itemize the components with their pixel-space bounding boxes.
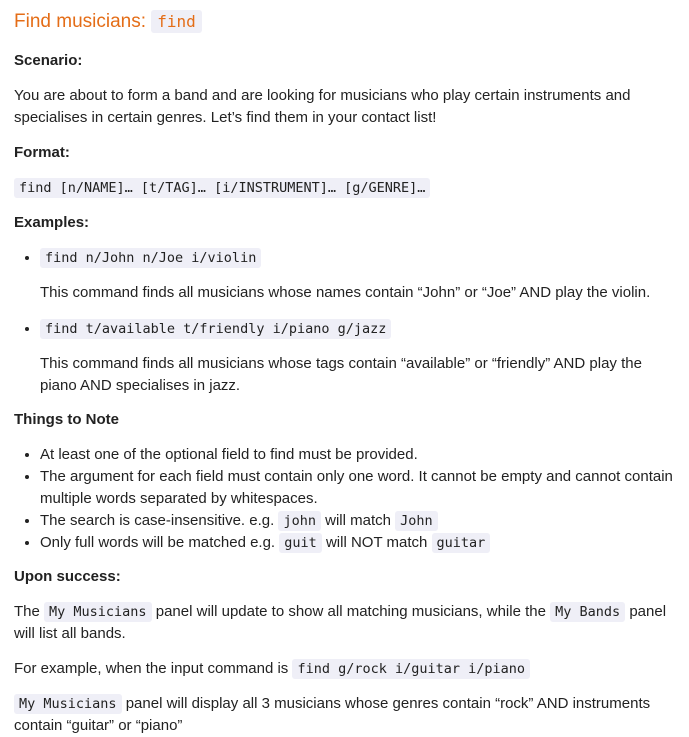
example-item: find n/John n/Joe i/violin [40,247,675,269]
examples-label: Examples: [14,214,90,231]
format-label: Format: [14,144,70,161]
example-desc: This command finds all musicians whose n… [40,284,651,301]
doc-page: Find musicians: find Scenario: You are a… [0,0,689,734]
example-code: find t/available t/friendly i/piano g/ja… [40,319,392,339]
examples-list: find t/available t/friendly i/piano g/ja… [14,318,675,340]
format-code: find [n/NAME]… [t/TAG]… [i/INSTRUMENT]… … [14,178,431,198]
note-item: The search is case-insensitive. e.g. joh… [40,510,675,532]
example-code: find n/John n/Joe i/violin [40,248,262,268]
inline-code: guit [279,533,322,553]
inline-code: guitar [431,533,491,553]
page-title-text: Find musicians: [14,11,146,32]
inline-code: John [395,511,438,531]
examples-list: find n/John n/Joe i/violin [14,247,675,269]
success-label: Upon success: [14,568,121,585]
note-item: The argument for each field must contain… [40,466,675,510]
inline-code: My Bands [550,602,626,622]
inline-code: My Musicians [14,694,122,714]
inline-code: My Musicians [44,602,152,622]
example-item: find t/available t/friendly i/piano g/ja… [40,318,675,340]
scenario-text: You are about to form a band and are loo… [14,87,631,126]
note-item: At least one of the optional field to fi… [40,444,675,466]
success-result: My Musicians panel will display all 3 mu… [14,694,651,734]
note-item: Only full words will be matched e.g. gui… [40,532,675,554]
inline-code: john [278,511,321,531]
page-title: Find musicians: find [14,6,675,38]
example-desc: This command finds all musicians whose t… [40,355,642,394]
title-code: find [151,10,202,33]
success-example: For example, when the input command is f… [14,658,675,680]
scenario-label: Scenario: [14,52,83,69]
format-line: find [n/NAME]… [t/TAG]… [i/INSTRUMENT]… … [14,177,675,199]
notes-list: At least one of the optional field to fi… [14,444,675,554]
success-paragraph: The My Musicians panel will update to sh… [14,602,667,642]
notes-label: Things to Note [14,411,119,428]
inline-code: find g/rock i/guitar i/piano [292,659,531,679]
